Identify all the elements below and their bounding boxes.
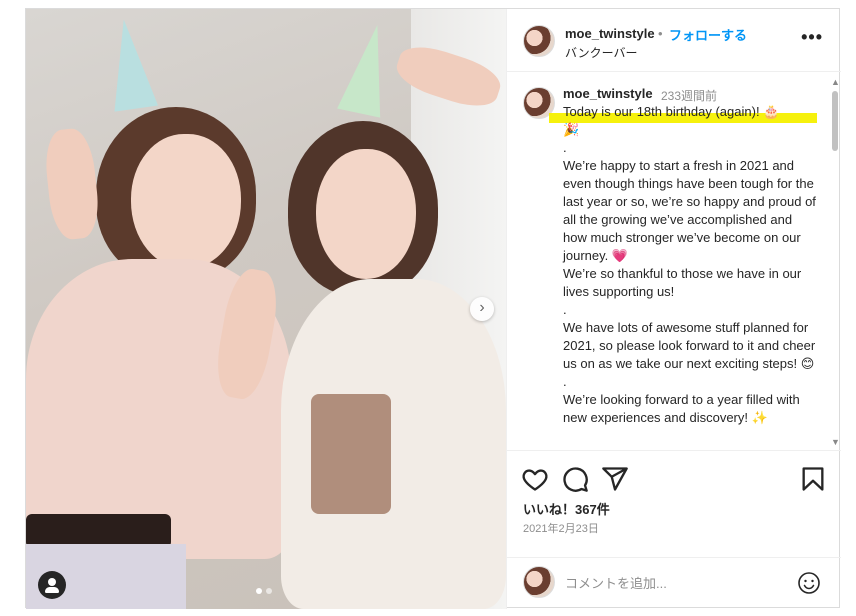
caption-line: We’re looking forward to a year filled w…: [563, 392, 804, 425]
caption-line: 🎉: [563, 122, 580, 137]
post-side-panel: moe_twinstyle • フォローする バンクーバー ••• moe_tw…: [506, 9, 841, 609]
bookmark-icon[interactable]: [799, 465, 827, 493]
left-person-hand: [42, 126, 102, 242]
instagram-post: › moe_twinstyle • フォローする バンクーバー ••• moe_…: [25, 8, 841, 609]
caption-line: .: [563, 140, 567, 155]
carousel-dots: [256, 588, 272, 594]
comment-icon[interactable]: [561, 465, 589, 493]
paper-plane-icon[interactable]: [601, 465, 629, 493]
comment-input[interactable]: [565, 571, 785, 595]
smiley-icon[interactable]: [797, 571, 821, 595]
scroll-up-arrow-icon[interactable]: ▲: [831, 77, 840, 87]
caption-text: Today is our 18th birthday (again)! 🎂 🎉 …: [563, 103, 819, 427]
caption-line: We’re so thankful to those we have in ou…: [563, 266, 805, 299]
more-options-icon[interactable]: •••: [801, 27, 823, 48]
post-date: 2021年2月23日: [523, 523, 599, 535]
carousel-dot-2: [266, 588, 272, 594]
user-tag-shoulders: [45, 587, 59, 593]
right-person-top: [311, 394, 391, 514]
caption-line: .: [563, 302, 567, 317]
scroll-down-arrow-icon[interactable]: ▼: [831, 437, 840, 447]
right-party-hat: [337, 20, 399, 118]
user-tag-head: [48, 578, 56, 586]
left-person-face: [131, 134, 241, 269]
caption-line: We’re happy to start a fresh in 2021 and…: [563, 158, 820, 263]
left-party-hat: [101, 16, 159, 112]
user-tag-icon[interactable]: [38, 571, 66, 599]
caption-line: .: [563, 374, 567, 389]
caption-time: 233週間前: [661, 89, 718, 103]
comments-scrollbar[interactable]: ▲ ▼: [831, 77, 840, 447]
add-comment-bar: [507, 557, 841, 609]
scrollbar-thumb[interactable]: [832, 91, 838, 151]
header-username[interactable]: moe_twinstyle: [565, 26, 655, 41]
right-person-face: [316, 149, 416, 279]
viewer-avatar: [523, 566, 555, 598]
caption-line: We have lots of awesome stuff planned fo…: [563, 320, 819, 371]
comments-section: moe_twinstyle 233週間前 Today is our 18th b…: [507, 73, 841, 451]
carousel-dot-1: [256, 588, 262, 594]
post-header: moe_twinstyle • フォローする バンクーバー •••: [507, 9, 841, 72]
post-photo[interactable]: ›: [26, 9, 506, 609]
caption-username[interactable]: moe_twinstyle: [563, 86, 653, 101]
follow-button[interactable]: フォローする: [669, 25, 747, 44]
heart-icon[interactable]: [521, 465, 549, 493]
header-avatar[interactable]: [523, 25, 555, 57]
action-bar: [507, 457, 841, 499]
location-link[interactable]: バンクーバー: [565, 44, 637, 61]
caption-line: Today is our 18th birthday (again)! 🎂: [563, 104, 780, 119]
left-person-belt: [26, 514, 171, 548]
likes-count[interactable]: いいね！367件: [523, 499, 610, 518]
header-separator: •: [658, 26, 663, 41]
next-photo-button[interactable]: ›: [470, 297, 494, 321]
